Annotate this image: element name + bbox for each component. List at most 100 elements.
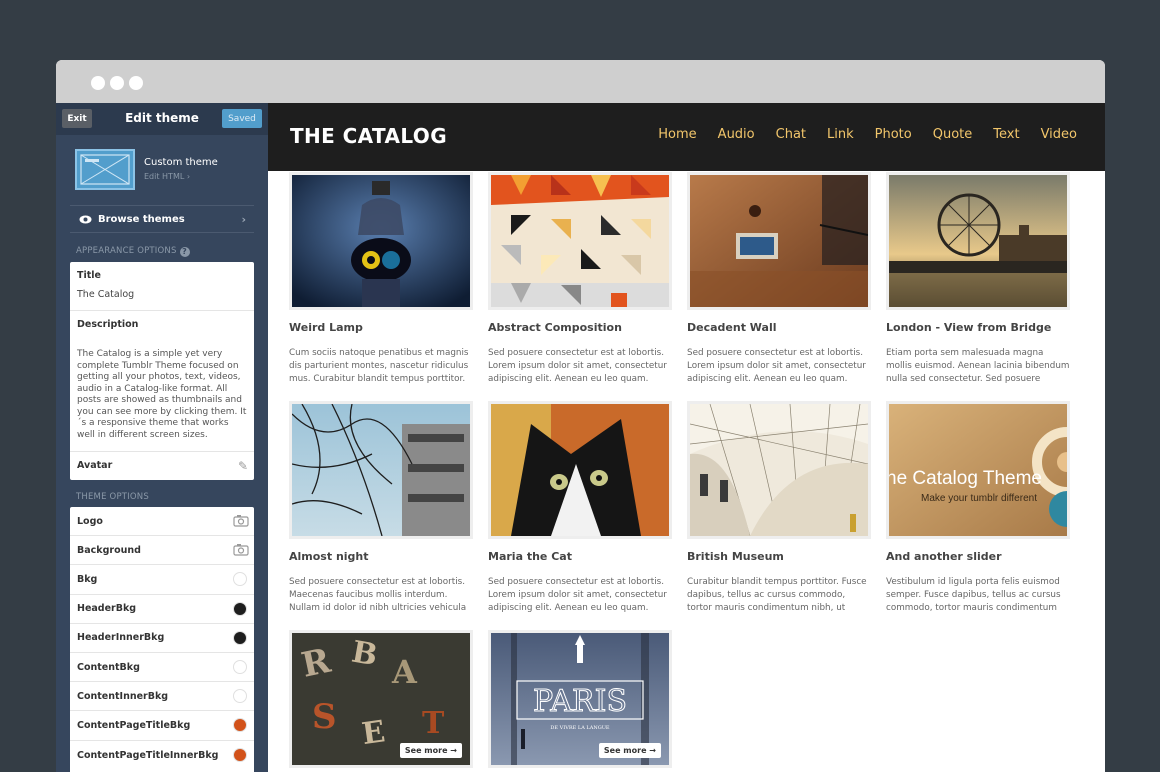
description-field[interactable]: Description The Catalog is a simple yet … xyxy=(70,311,254,452)
theme-option-row[interactable]: ContentPageTitleBkg xyxy=(70,711,254,741)
post-excerpt: Vestibulum id ligula porta felis euismod… xyxy=(886,577,1061,613)
paris-word: PARIS xyxy=(533,684,627,719)
color-swatch[interactable] xyxy=(233,572,247,587)
theme-options-heading: THEME OPTIONS xyxy=(76,492,149,502)
color-swatch[interactable] xyxy=(233,747,247,762)
post-excerpt: Sed posuere consectetur est at lobortis.… xyxy=(488,577,667,613)
site-preview: THE CATALOG Home Audio Chat Link Photo Quote T… xyxy=(268,103,1105,772)
custom-theme-card[interactable]: Custom theme Edit HTML › xyxy=(56,135,268,203)
title-value[interactable]: The Catalog xyxy=(77,289,247,300)
theme-option-label: HeaderBkg xyxy=(77,603,137,615)
svg-text:E: E xyxy=(360,714,388,752)
post-card[interactable]: he Catalog Theme Make your tumblr differ… xyxy=(886,401,1070,614)
nav-link-text[interactable]: Text xyxy=(993,127,1019,142)
svg-text:T: T xyxy=(422,706,445,741)
nav-link-link[interactable]: Link xyxy=(827,127,854,142)
post-thumbnail[interactable]: PARIS DE VIVRE LA LANGUE See more → xyxy=(488,630,672,768)
post-thumbnail[interactable]: he Catalog Theme Make your tumblr differ… xyxy=(886,401,1070,539)
post-card[interactable]: Almost night Sed posuere consectetur est… xyxy=(289,401,473,614)
color-swatch[interactable] xyxy=(233,601,247,616)
help-icon[interactable]: ? xyxy=(179,247,190,257)
pencil-icon[interactable]: ✎ xyxy=(238,459,248,473)
nav-link-home[interactable]: Home xyxy=(658,127,696,142)
post-thumbnail[interactable] xyxy=(687,401,871,539)
post-card[interactable]: Weird Lamp Cum sociis natoque penatibus … xyxy=(289,172,473,385)
nav-link-quote[interactable]: Quote xyxy=(933,127,973,142)
edit-html-link[interactable]: Edit HTML › xyxy=(144,172,190,181)
post-thumbnail[interactable] xyxy=(289,401,473,539)
saved-button[interactable]: Saved xyxy=(222,109,262,128)
description-label: Description xyxy=(77,319,139,330)
post-thumbnail[interactable] xyxy=(488,172,672,310)
post-title[interactable]: Almost night xyxy=(289,550,473,563)
see-more-button[interactable]: See more → xyxy=(598,743,661,758)
color-swatch[interactable] xyxy=(233,689,247,704)
post-title[interactable]: And another slider xyxy=(886,550,1070,563)
post-card[interactable]: London - View from Bridge Etiam porta se… xyxy=(886,172,1070,385)
post-card[interactable]: PARIS DE VIVRE LA LANGUE See more → xyxy=(488,630,672,768)
see-more-button[interactable]: See more → xyxy=(399,743,462,758)
window-close-dot[interactable] xyxy=(91,76,105,90)
post-thumbnail[interactable]: R B A S E T See more → xyxy=(289,630,473,768)
post-card[interactable]: R B A S E T See more → xyxy=(289,630,473,768)
theme-option-row[interactable]: Background xyxy=(70,536,254,566)
nav-link-photo[interactable]: Photo xyxy=(875,127,912,142)
svg-text:S: S xyxy=(312,697,337,737)
color-swatch[interactable] xyxy=(233,659,247,674)
theme-option-row[interactable]: Logo xyxy=(70,507,254,537)
post-thumbnail[interactable] xyxy=(687,172,871,310)
theme-option-row[interactable]: Bkg xyxy=(70,565,254,595)
theme-option-row[interactable]: HeaderInnerBkg xyxy=(70,624,254,653)
camera-icon[interactable] xyxy=(233,514,249,527)
avatar-field[interactable]: Avatar ✎ xyxy=(70,452,254,480)
title-field[interactable]: Title The Catalog xyxy=(70,262,254,311)
editor-toolbar: Exit Edit theme Saved xyxy=(56,103,268,135)
appearance-options-panel: Title The Catalog Description The Catalo… xyxy=(70,262,254,480)
post-title[interactable]: London - View from Bridge xyxy=(886,321,1070,334)
theme-option-label: HeaderInnerBkg xyxy=(77,632,165,644)
camera-icon[interactable] xyxy=(233,543,249,556)
post-card[interactable]: Decadent Wall Sed posuere consectetur es… xyxy=(687,172,871,385)
post-title[interactable]: Weird Lamp xyxy=(289,321,473,334)
post-title[interactable]: Abstract Composition xyxy=(488,321,672,334)
post-title[interactable]: Decadent Wall xyxy=(687,321,871,334)
post-title[interactable]: British Museum xyxy=(687,550,871,563)
theme-option-label: ContentBkg xyxy=(77,661,140,673)
title-label: Title xyxy=(77,270,101,281)
post-card[interactable]: British Museum Curabitur blandit tempus … xyxy=(687,401,871,614)
post-excerpt: Sed posuere consectetur est at lobortis.… xyxy=(488,348,667,384)
slider-heading: he Catalog Theme xyxy=(889,468,1042,489)
theme-option-label: ContentPageTitleInnerBkg xyxy=(77,749,219,761)
eye-icon xyxy=(79,215,92,223)
nav-link-chat[interactable]: Chat xyxy=(776,127,806,142)
post-thumbnail[interactable] xyxy=(289,172,473,310)
post-card[interactable]: Maria the Cat Sed posuere consectetur es… xyxy=(488,401,672,614)
paris-tagline: DE VIVRE LA LANGUE xyxy=(550,725,609,731)
nav-link-audio[interactable]: Audio xyxy=(718,127,755,142)
post-excerpt: Cum sociis natoque penatibus et magnis d… xyxy=(289,348,469,384)
color-swatch[interactable] xyxy=(233,718,247,733)
color-swatch[interactable] xyxy=(233,630,247,645)
browse-themes-button[interactable]: Browse themes › xyxy=(70,205,254,233)
theme-option-label: Bkg xyxy=(77,573,98,585)
post-excerpt: Sed posuere consectetur est at lobortis.… xyxy=(289,577,467,613)
post-thumbnail[interactable] xyxy=(488,401,672,539)
slider-subheading: Make your tumblr different xyxy=(921,493,1037,504)
theme-option-row[interactable]: ContentInnerBkg xyxy=(70,682,254,712)
theme-option-label: ContentInnerBkg xyxy=(77,690,169,702)
theme-editor-sidebar: Exit Edit theme Saved Custom theme Edit … xyxy=(56,103,268,772)
post-title[interactable]: Maria the Cat xyxy=(488,550,672,563)
post-card[interactable]: Abstract Composition Sed posuere consect… xyxy=(488,172,672,385)
theme-option-row[interactable]: HeaderBkg xyxy=(70,595,254,624)
description-value[interactable]: The Catalog is a simple yet very complet… xyxy=(77,349,247,441)
svg-text:A: A xyxy=(391,653,418,691)
post-thumbnail[interactable] xyxy=(886,172,1070,310)
site-title[interactable]: THE CATALOG xyxy=(290,124,447,148)
window-minimize-dot[interactable] xyxy=(110,76,124,90)
nav-link-video[interactable]: Video xyxy=(1041,127,1077,142)
browse-themes-label: Browse themes xyxy=(98,213,185,225)
window-titlebar xyxy=(56,60,1105,103)
theme-option-row[interactable]: ContentBkg xyxy=(70,653,254,683)
theme-option-row[interactable]: ContentPageTitleInnerBkg xyxy=(70,741,254,770)
window-maximize-dot[interactable] xyxy=(129,76,143,90)
